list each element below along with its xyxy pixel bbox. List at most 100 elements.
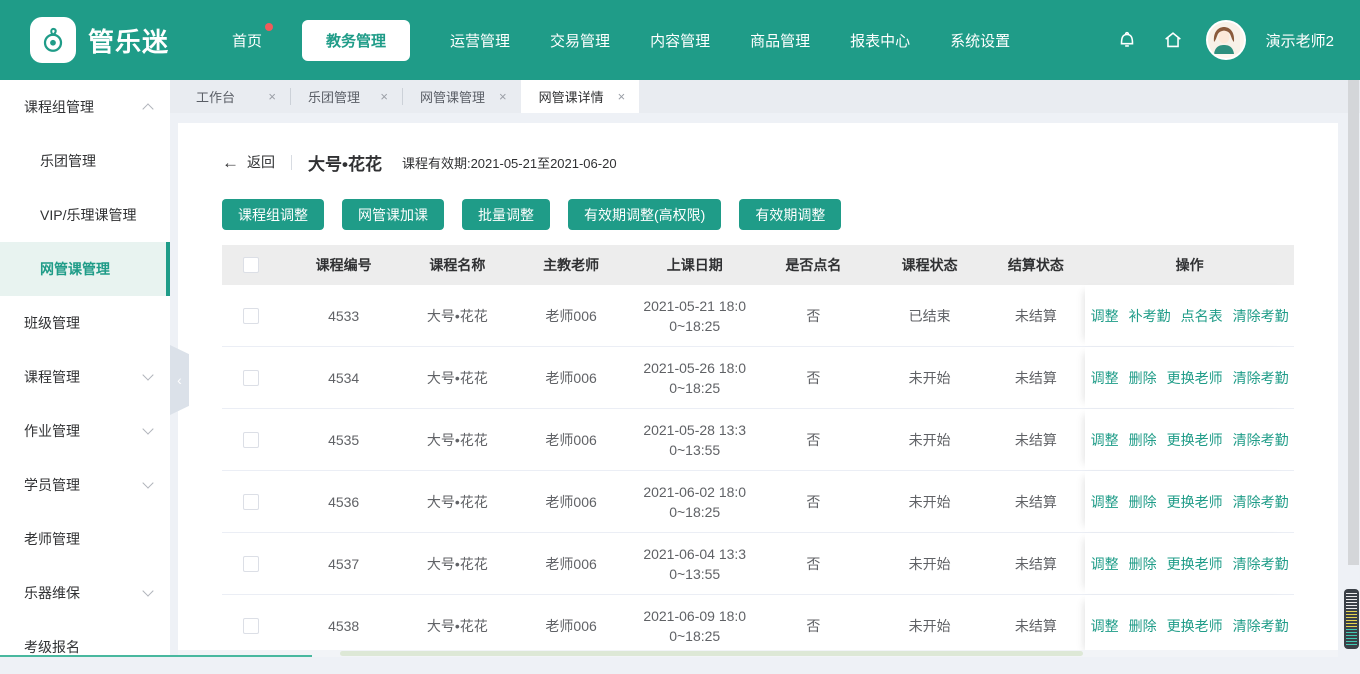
sidebar-item-班级管理[interactable]: 班级管理 <box>0 296 170 350</box>
brand-logo-icon <box>30 17 76 63</box>
row-checkbox[interactable] <box>243 494 259 510</box>
sidebar-item-课程管理[interactable]: 课程管理 <box>0 350 170 404</box>
cell-class-date: 2021-05-26 18:00~18:25 <box>635 347 754 408</box>
row-checkbox[interactable] <box>243 308 259 324</box>
horizontal-scrollbar[interactable] <box>178 650 1338 657</box>
topnav-item-首页[interactable]: 首页 <box>232 30 262 51</box>
action-link-补考勤[interactable]: 补考勤 <box>1129 306 1171 326</box>
sidebar-item-网管课管理[interactable]: 网管课管理 <box>0 242 170 296</box>
row-checkbox[interactable] <box>243 370 259 386</box>
sidebar-item-乐团管理[interactable]: 乐团管理 <box>0 134 170 188</box>
tab-close-icon[interactable]: × <box>499 89 507 104</box>
cell-settlement: 未结算 <box>986 471 1085 532</box>
tab-工作台[interactable]: 工作台× <box>178 80 290 113</box>
sidebar-item-学员管理[interactable]: 学员管理 <box>0 458 170 512</box>
avatar[interactable] <box>1206 20 1246 60</box>
cell-class-date: 2021-05-21 18:00~18:25 <box>635 285 754 346</box>
action-link-调整[interactable]: 调整 <box>1091 492 1119 512</box>
brand-name: 管乐迷 <box>88 22 169 59</box>
vertical-scrollbar[interactable] <box>1348 80 1359 565</box>
row-checkbox[interactable] <box>243 556 259 572</box>
header-cell-课程名称: 课程名称 <box>408 255 507 275</box>
sidebar-item-VIP/乐理课管理[interactable]: VIP/乐理课管理 <box>0 188 170 242</box>
tab-close-icon[interactable]: × <box>268 89 276 104</box>
date-line: 2021-05-21 18:0 <box>643 296 746 316</box>
action-link-调整[interactable]: 调整 <box>1091 554 1119 574</box>
topnav-item-内容管理[interactable]: 内容管理 <box>650 30 710 51</box>
horizontal-scrollbar-thumb[interactable] <box>340 651 1082 656</box>
action-link-调整[interactable]: 调整 <box>1091 306 1119 326</box>
sidebar-item-考级报名[interactable]: 考级报名 <box>0 620 170 674</box>
sidebar-item-label: 课程组管理 <box>24 97 94 117</box>
header-cell-课程编号: 课程编号 <box>279 255 408 275</box>
row-checkbox[interactable] <box>243 432 259 448</box>
action-link-清除考勤[interactable]: 清除考勤 <box>1233 492 1289 512</box>
date-line: 2021-05-26 18:0 <box>643 358 746 378</box>
chevron-down-icon <box>142 477 153 488</box>
minimap-segment <box>1346 593 1357 609</box>
tab-网管课管理[interactable]: 网管课管理× <box>402 80 521 113</box>
button-有效期调整(高权限)[interactable]: 有效期调整(高权限) <box>568 199 721 230</box>
topnav-item-教务管理[interactable]: 教务管理 <box>302 20 410 61</box>
tab-乐团管理[interactable]: 乐团管理× <box>290 80 402 113</box>
header-divider <box>291 155 292 170</box>
action-link-清除考勤[interactable]: 清除考勤 <box>1233 368 1289 388</box>
action-link-删除[interactable]: 删除 <box>1129 616 1157 636</box>
cell-course-name: 大号•花花 <box>408 471 507 532</box>
row-checkbox[interactable] <box>243 618 259 634</box>
action-link-更换老师[interactable]: 更换老师 <box>1167 616 1223 636</box>
tab-close-icon[interactable]: × <box>618 89 626 104</box>
action-link-清除考勤[interactable]: 清除考勤 <box>1233 306 1289 326</box>
cell-teacher: 老师006 <box>507 285 636 346</box>
button-批量调整[interactable]: 批量调整 <box>462 199 550 230</box>
sidebar-item-乐器维保[interactable]: 乐器维保 <box>0 566 170 620</box>
action-link-更换老师[interactable]: 更换老师 <box>1167 492 1223 512</box>
date-line: 2021-06-09 18:0 <box>643 606 746 626</box>
topnav-item-商品管理[interactable]: 商品管理 <box>750 30 810 51</box>
action-link-删除[interactable]: 删除 <box>1129 430 1157 450</box>
topnav-item-交易管理[interactable]: 交易管理 <box>550 30 610 51</box>
action-link-清除考勤[interactable]: 清除考勤 <box>1233 430 1289 450</box>
action-link-点名表[interactable]: 点名表 <box>1181 306 1223 326</box>
action-link-删除[interactable]: 删除 <box>1129 492 1157 512</box>
brand[interactable]: 管乐迷 <box>0 17 216 63</box>
header-cell-是否点名: 是否点名 <box>754 255 873 275</box>
action-link-清除考勤[interactable]: 清除考勤 <box>1233 554 1289 574</box>
sidebar-collapse-handle[interactable]: ‹ <box>170 345 189 415</box>
sidebar-item-作业管理[interactable]: 作业管理 <box>0 404 170 458</box>
back-label: 返回 <box>247 152 275 172</box>
table-row: 4536大号•花花老师0062021-06-02 18:00~18:25否未开始… <box>222 471 1294 533</box>
button-有效期调整[interactable]: 有效期调整 <box>739 199 841 230</box>
cell-settlement: 未结算 <box>986 533 1085 594</box>
header-cell-主教老师: 主教老师 <box>507 255 636 275</box>
topnav-item-报表中心[interactable]: 报表中心 <box>850 30 910 51</box>
action-link-清除考勤[interactable]: 清除考勤 <box>1233 616 1289 636</box>
button-网管课加课[interactable]: 网管课加课 <box>342 199 444 230</box>
notification-bell-icon[interactable] <box>1114 27 1140 53</box>
back-button[interactable]: ← 返回 <box>222 152 275 172</box>
tab-网管课详情[interactable]: 网管课详情 × <box>521 80 640 113</box>
action-link-更换老师[interactable]: 更换老师 <box>1167 554 1223 574</box>
sidebar-item-课程组管理[interactable]: 课程组管理 <box>0 80 170 134</box>
action-link-调整[interactable]: 调整 <box>1091 430 1119 450</box>
minimap-widget[interactable] <box>1344 589 1359 649</box>
action-link-更换老师[interactable]: 更换老师 <box>1167 430 1223 450</box>
action-link-调整[interactable]: 调整 <box>1091 368 1119 388</box>
cell-status: 未开始 <box>873 409 987 470</box>
cell-actions: 调整删除更换老师清除考勤 <box>1085 409 1294 470</box>
action-link-更换老师[interactable]: 更换老师 <box>1167 368 1223 388</box>
topnav-item-运营管理[interactable]: 运营管理 <box>450 30 510 51</box>
action-link-删除[interactable]: 删除 <box>1129 368 1157 388</box>
action-link-调整[interactable]: 调整 <box>1091 616 1119 636</box>
action-link-删除[interactable]: 删除 <box>1129 554 1157 574</box>
home-icon[interactable] <box>1160 27 1186 53</box>
tab-label: 网管课详情 <box>539 87 604 106</box>
select-all-checkbox[interactable] <box>243 257 259 273</box>
tab-close-icon[interactable]: × <box>380 89 388 104</box>
button-课程组调整[interactable]: 课程组调整 <box>222 199 324 230</box>
sidebar-item-label: 考级报名 <box>24 637 80 657</box>
date-line: 0~18:25 <box>669 626 720 646</box>
sidebar-item-老师管理[interactable]: 老师管理 <box>0 512 170 566</box>
topnav-item-系统设置[interactable]: 系统设置 <box>950 30 1010 51</box>
username[interactable]: 演示老师2 <box>1266 30 1334 51</box>
